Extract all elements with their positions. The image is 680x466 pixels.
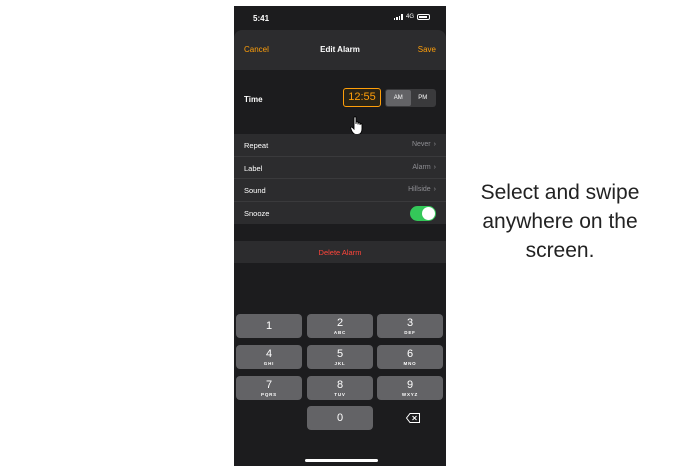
key-3[interactable]: 3 DEF: [377, 314, 443, 338]
repeat-value: Never ›: [412, 141, 436, 148]
key-0[interactable]: 0: [307, 406, 373, 430]
sound-value: Hillside ›: [408, 186, 436, 193]
home-indicator: [305, 459, 378, 462]
status-bar: 5:41 4G: [234, 6, 446, 30]
delete-alarm-button[interactable]: Delete Alarm: [234, 248, 446, 257]
key-number: 5: [336, 348, 344, 360]
key-number: 1: [265, 320, 273, 332]
key-number: 9: [406, 379, 414, 391]
label-value-text: Alarm: [412, 163, 431, 171]
network-label: 4G: [405, 14, 414, 20]
sound-row[interactable]: Sound Hillside ›: [234, 179, 446, 202]
chevron-right-icon: ›: [433, 186, 436, 193]
key-letters: DEF: [404, 330, 416, 335]
snooze-label: Snooze: [244, 208, 270, 218]
repeat-value-text: Never: [411, 141, 431, 148]
key-number: 6: [406, 348, 414, 360]
key-letters: ABC: [333, 330, 347, 335]
snooze-toggle[interactable]: [410, 205, 436, 221]
key-letters: JKL: [334, 361, 346, 366]
phone-screen[interactable]: 5:41 4G Cancel Edit Alarm Save Time 12:5…: [234, 6, 446, 466]
instruction-text: Select and swipe anywhere on the screen.: [480, 181, 640, 262]
status-indicators: 4G: [393, 14, 430, 20]
page-title: Edit Alarm: [320, 45, 360, 54]
key-4[interactable]: 4 GHI: [236, 345, 302, 369]
key-8[interactable]: 8 TUV: [307, 376, 373, 400]
key-letters: PQRS: [261, 392, 277, 397]
key-letters: GHI: [263, 361, 275, 366]
am-segment[interactable]: AM: [386, 90, 411, 106]
key-1[interactable]: 1: [236, 314, 302, 338]
key-7[interactable]: 7 PQRS: [236, 376, 302, 400]
delete-alarm-row[interactable]: Delete Alarm: [234, 241, 446, 263]
section-gap: [234, 224, 446, 241]
key-letters: TUV: [334, 392, 346, 397]
signal-icon: [393, 14, 403, 20]
key-number: 3: [406, 317, 414, 329]
am-pm-selector[interactable]: AM PM: [385, 89, 436, 107]
nav-bar: Cancel Edit Alarm Save: [234, 30, 446, 70]
key-letters: MNO: [403, 361, 417, 366]
snooze-row: Snooze: [234, 202, 446, 225]
chevron-right-icon: ›: [433, 141, 436, 148]
sound-label: Sound: [244, 186, 266, 195]
chevron-right-icon: ›: [433, 163, 436, 171]
time-row: Time 12:55 AM PM: [234, 70, 446, 135]
key-6[interactable]: 6 MNO: [377, 345, 443, 369]
hand-cursor-icon: [350, 116, 363, 135]
time-input[interactable]: 12:55: [343, 88, 381, 107]
key-number: 4: [265, 348, 273, 360]
backspace-key[interactable]: [380, 406, 446, 430]
key-letters: WXYZ: [401, 392, 419, 397]
status-time: 5:41: [253, 14, 270, 23]
key-number: 0: [336, 412, 344, 424]
numeric-keypad: 1 2 ABC 3 DEF 4 GHI 5 JKL 6 MNO 7 PQRS 8…: [234, 311, 446, 466]
label-value: Alarm ›: [412, 164, 436, 171]
sound-value-text: Hillside: [408, 186, 431, 193]
time-label: Time: [244, 95, 263, 104]
key-number: 7: [265, 379, 273, 391]
repeat-label: Repeat: [244, 141, 269, 150]
key-9[interactable]: 9 WXYZ: [377, 376, 443, 400]
settings-list: Repeat Never › Label Alarm › Sound Hillsid…: [234, 134, 446, 224]
battery-icon: [417, 14, 430, 20]
key-2[interactable]: 2 ABC: [307, 314, 373, 338]
key-number: 2: [336, 317, 344, 329]
label-label: Label: [244, 163, 263, 173]
key-5[interactable]: 5 JKL: [307, 345, 373, 369]
key-number: 8: [336, 379, 344, 391]
backspace-icon: [406, 413, 420, 423]
label-row[interactable]: Label Alarm ›: [234, 157, 446, 179]
save-button[interactable]: Save: [418, 45, 436, 54]
pm-segment[interactable]: PM: [411, 90, 436, 106]
repeat-row[interactable]: Repeat Never ›: [234, 134, 446, 157]
